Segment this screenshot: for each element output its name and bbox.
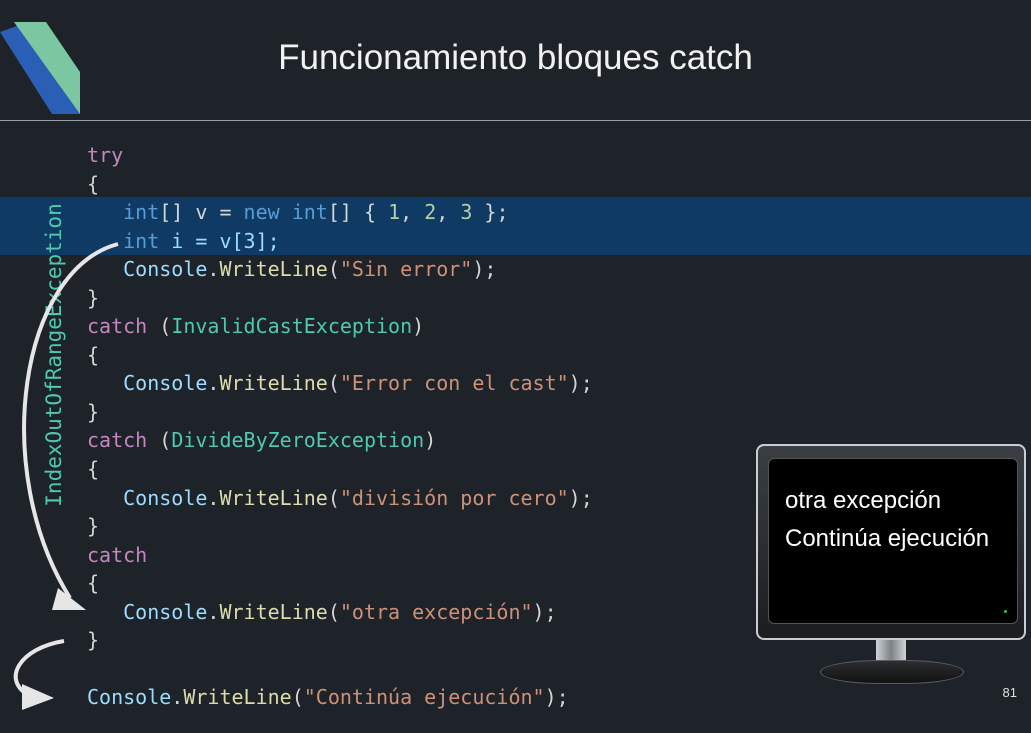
console-output-line-1: otra excepción	[785, 487, 942, 514]
page-number: 81	[1002, 685, 1017, 700]
code-line-array-decl: int[] v = new int[] { 1, 2, 3 };	[123, 200, 509, 225]
code-line-index-access: int i = v[3];	[123, 228, 280, 253]
monitor-screen: otra excepción Continúa ejecución	[768, 458, 1018, 624]
jump-arrow-head	[52, 588, 86, 610]
power-led-icon	[1004, 610, 1007, 613]
code-line-close-brace: }	[87, 285, 100, 310]
monitor-neck	[876, 640, 906, 662]
code-block: try { int[] v = new int[] { 1, 2, 3 }; i…	[87, 141, 593, 712]
code-line-catch-invalid: catch (InvalidCastException)	[87, 314, 425, 339]
console-output-line-2: Continúa ejecución	[785, 525, 990, 552]
code-line-close-brace: }	[87, 399, 100, 424]
code-line-print-otra: Console.WriteLine("otra excepción");	[123, 599, 557, 624]
code-line-open-brace: {	[87, 171, 100, 196]
code-line-open-brace: {	[87, 342, 100, 367]
code-line-print-sin-error: Console.WriteLine("Sin error");	[123, 257, 497, 282]
title-divider	[0, 120, 1031, 121]
code-line-print-continua: Console.WriteLine("Continúa ejecución");	[87, 685, 569, 710]
code-line-catch-divide: catch (DivideByZeroException)	[87, 428, 437, 453]
monitor-bezel: otra excepción Continúa ejecución	[756, 444, 1026, 640]
code-line-close-brace: }	[87, 628, 100, 653]
code-line-close-brace: }	[87, 514, 100, 539]
code-line-open-brace: {	[87, 571, 100, 596]
code-line-print-cast: Console.WriteLine("Error con el cast");	[123, 371, 593, 396]
code-line-print-division: Console.WriteLine("división por cero");	[123, 485, 593, 510]
continue-arrow-curve	[13, 639, 65, 698]
code-line-catch-general: catch	[87, 542, 148, 567]
monitor-base	[820, 660, 964, 684]
slide-title: Funcionamiento bloques catch	[278, 38, 753, 77]
exception-label: IndexOutOfRangeException	[42, 203, 66, 507]
continue-arrow-head	[22, 684, 54, 710]
code-line-try: try	[87, 143, 124, 167]
console-monitor: otra excepción Continúa ejecución	[752, 444, 1031, 694]
code-line-open-brace: {	[87, 457, 100, 482]
